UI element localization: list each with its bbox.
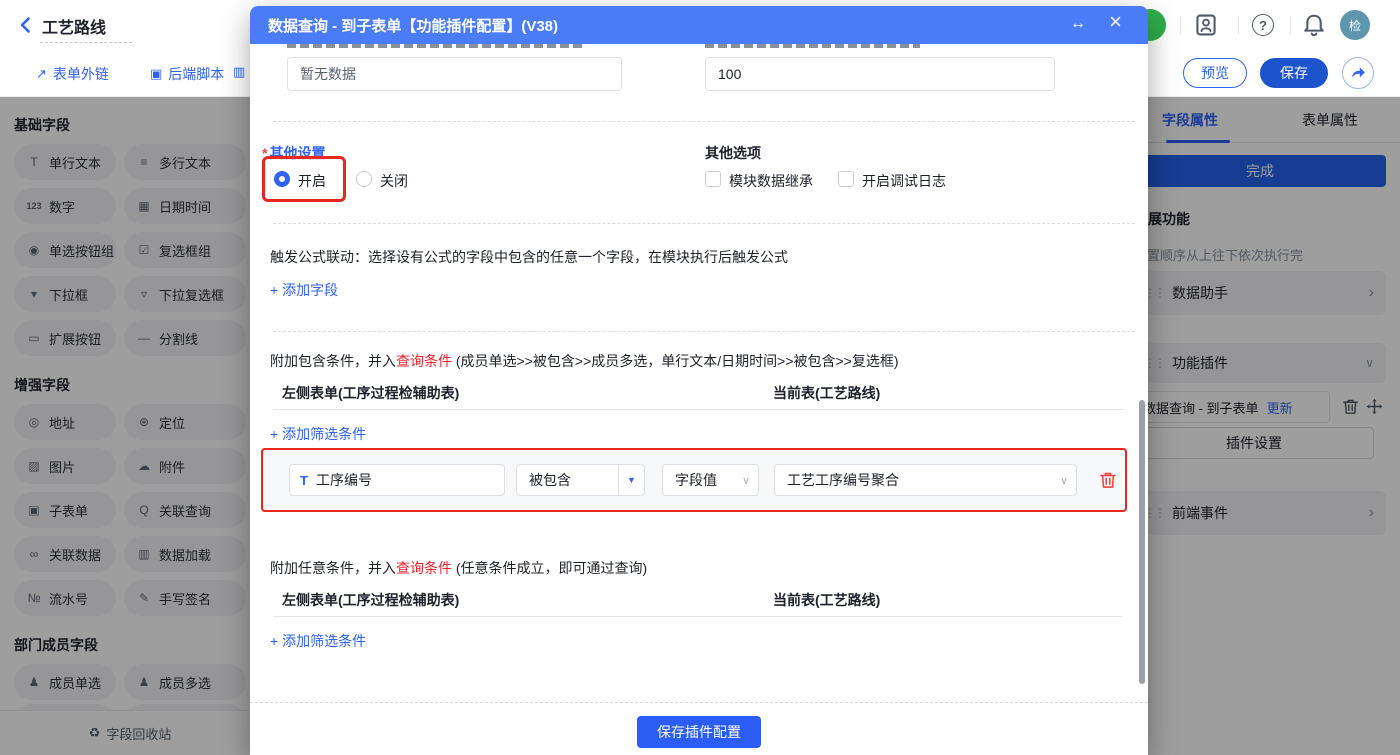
expand-icon[interactable]: ↔ — [1070, 15, 1086, 33]
close-icon[interactable]: × — [1109, 11, 1122, 33]
condition-operator-select[interactable]: 被包含 ▼ — [516, 464, 645, 496]
current-form-header: 当前表(工艺路线) — [773, 592, 881, 608]
include-section-title: 附加包含条件，并入查询条件 (成员单选>>被包含>>成员多选，单行文本/日期时间… — [270, 351, 899, 371]
checkbox-label[interactable]: 模块数据继承 — [729, 171, 813, 191]
tab-partial[interactable]: ▥ — [233, 64, 245, 80]
value-source: 工艺工序编号聚合 — [787, 472, 899, 488]
title-post: (成员单选>>被包含>>成员多选，单行文本/日期时间>>被包含>>复选框) — [452, 353, 899, 369]
dashed-divider — [273, 223, 1135, 224]
title-pre: 附加包含条件，并入 — [270, 353, 396, 369]
user-avatar[interactable]: 检 — [1340, 10, 1370, 40]
operator-value: 被包含 — [529, 472, 571, 488]
condition-row-highlighted: T 工序编号 被包含 ▼ 字段值 ∨ 工艺工序编号聚合 ∨ — [261, 448, 1127, 512]
caret-down-icon: ∨ — [741, 474, 750, 487]
tab-form-external-link[interactable]: ↗ 表单外链 — [36, 64, 109, 84]
caret-down-blue-icon[interactable]: ▼ — [618, 465, 644, 495]
checkbox-debug-log[interactable] — [838, 171, 854, 187]
report-icon: ▥ — [233, 64, 246, 79]
tab-label: 后端脚本 — [168, 66, 225, 82]
radio-off-disabled[interactable] — [356, 171, 372, 187]
app-root: 工艺路线 ? 检 ↗ 表单外链 ▣ 后端脚本 ▥ 预览 保存 基础字段 T 单行… — [0, 0, 1400, 755]
tab-label: 表单外链 — [52, 66, 109, 82]
divider — [1238, 16, 1239, 34]
delete-condition-icon[interactable] — [1099, 471, 1117, 489]
condition-value-select[interactable]: 工艺工序编号聚合 ∨ — [774, 464, 1077, 496]
share-arrow-icon — [1351, 67, 1365, 78]
solid-divider — [273, 409, 1123, 410]
any-section-title: 附加任意条件，并入查询条件 (任意条件成立，即可通过查询) — [270, 558, 647, 578]
left-form-header: 左侧表单(工序过程检辅助表) — [282, 385, 460, 401]
other-options-label: 其他选项 — [705, 145, 761, 161]
add-field-link[interactable]: + 添加字段 — [270, 280, 338, 300]
modal-title: 数据查询 - 到子表单【功能插件配置】(V38) — [268, 18, 559, 35]
add-filter-link[interactable]: + 添加筛选条件 — [270, 631, 366, 651]
title-underline — [40, 42, 132, 43]
condition-field-value: 工序编号 — [315, 472, 372, 488]
formula-hint-text: 触发公式联动：选择设有公式的字段中包含的任意一个字段，在模块执行后触发公式 — [270, 249, 788, 265]
clipped-label-remnant — [287, 44, 585, 48]
tab-backend-script[interactable]: ▣ 后端脚本 — [150, 64, 224, 84]
condition-value-type-select[interactable]: 字段值 ∨ — [662, 464, 759, 496]
dashed-divider — [250, 702, 1148, 703]
bell-icon[interactable] — [1302, 13, 1326, 37]
dashed-divider — [273, 331, 1135, 332]
help-icon[interactable]: ? — [1252, 14, 1274, 36]
checkbox-label[interactable]: 开启调试日志 — [862, 171, 946, 191]
add-filter-link[interactable]: + 添加筛选条件 — [270, 424, 366, 444]
caret-down-icon: ∨ — [1059, 474, 1068, 487]
condition-field-input[interactable]: T 工序编号 — [289, 464, 505, 496]
right-config-input[interactable] — [705, 57, 1055, 91]
save-plugin-config-button[interactable]: 保存插件配置 — [637, 716, 761, 748]
radio-on-label[interactable]: 开启 — [298, 171, 326, 191]
clipped-label-remnant — [705, 44, 920, 48]
plugin-config-modal: 数据查询 - 到子表单【功能插件配置】(V38) ↔ × *其他设置 开启 关闭… — [250, 6, 1148, 755]
dashed-divider — [273, 121, 1135, 122]
title-pre: 附加任意条件，并入 — [270, 560, 396, 576]
checkbox-module-data-inherit[interactable] — [705, 171, 721, 187]
text-field-icon: T — [300, 472, 308, 488]
preview-button[interactable]: 预览 — [1183, 58, 1247, 88]
left-form-header: 左侧表单(工序过程检辅助表) — [282, 592, 460, 608]
help-glyph: ? — [1259, 17, 1267, 33]
current-form-header: 当前表(工艺路线) — [773, 385, 881, 401]
radio-on-enabled[interactable] — [274, 171, 290, 187]
avatar-initial: 检 — [1348, 18, 1361, 33]
divider — [1290, 16, 1291, 34]
save-button[interactable]: 保存 — [1260, 58, 1328, 88]
contacts-icon[interactable] — [1194, 13, 1218, 37]
title-post: (任意条件成立，即可通过查询) — [452, 560, 648, 576]
back-icon[interactable] — [18, 16, 34, 34]
title-red: 查询条件 — [396, 353, 452, 369]
share-button[interactable] — [1342, 57, 1374, 89]
left-config-input[interactable] — [287, 57, 622, 91]
divider — [1180, 16, 1181, 34]
script-icon: ▣ — [150, 66, 163, 81]
modal-scrollbar-thumb[interactable] — [1139, 400, 1145, 684]
title-red: 查询条件 — [396, 560, 452, 576]
page-title: 工艺路线 — [42, 20, 107, 37]
value-type: 字段值 — [675, 472, 717, 488]
radio-off-label[interactable]: 关闭 — [380, 171, 408, 191]
external-link-icon: ↗ — [36, 66, 47, 81]
modal-body: *其他设置 开启 关闭 其他选项 模块数据继承 开启调试日志 触发公式联动：选择… — [250, 44, 1148, 755]
solid-divider — [273, 616, 1123, 617]
modal-header: 数据查询 - 到子表单【功能插件配置】(V38) ↔ × — [250, 6, 1148, 44]
